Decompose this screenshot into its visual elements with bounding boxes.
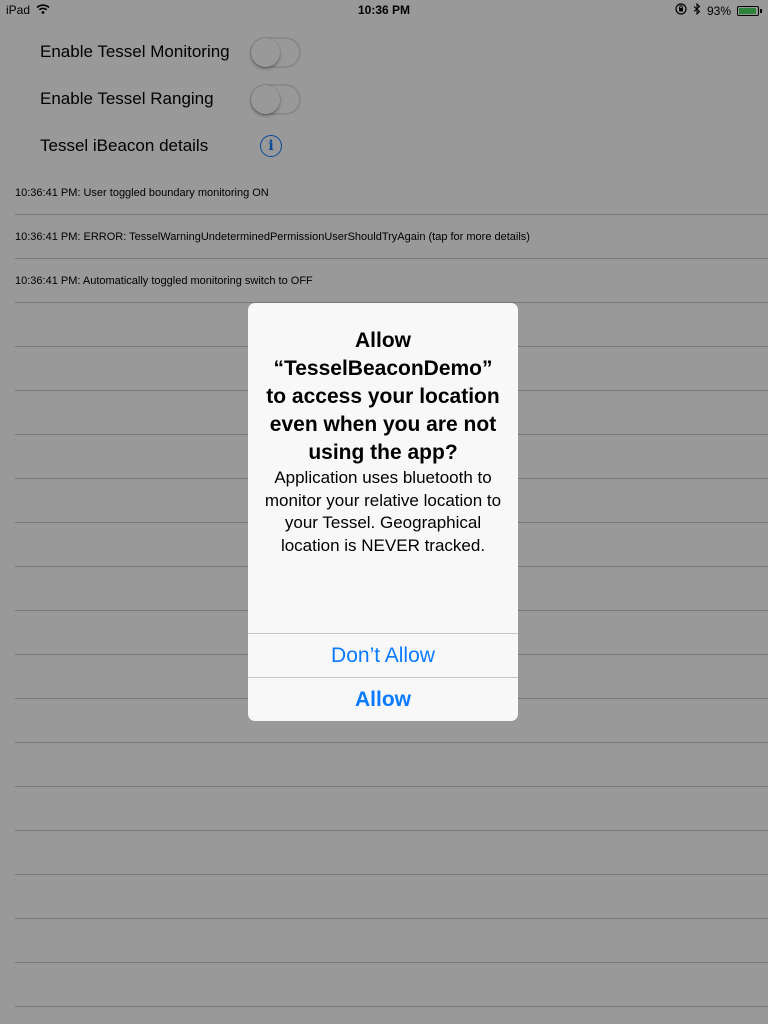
dont-allow-button[interactable]: Don’t Allow	[248, 633, 518, 677]
allow-button[interactable]: Allow	[248, 677, 518, 721]
alert-message: Application uses bluetooth to monitor yo…	[264, 468, 502, 555]
alert-title: Allow “TesselBeaconDemo” to access your …	[266, 329, 500, 464]
location-permission-alert: Allow “TesselBeaconDemo” to access your …	[248, 303, 518, 721]
